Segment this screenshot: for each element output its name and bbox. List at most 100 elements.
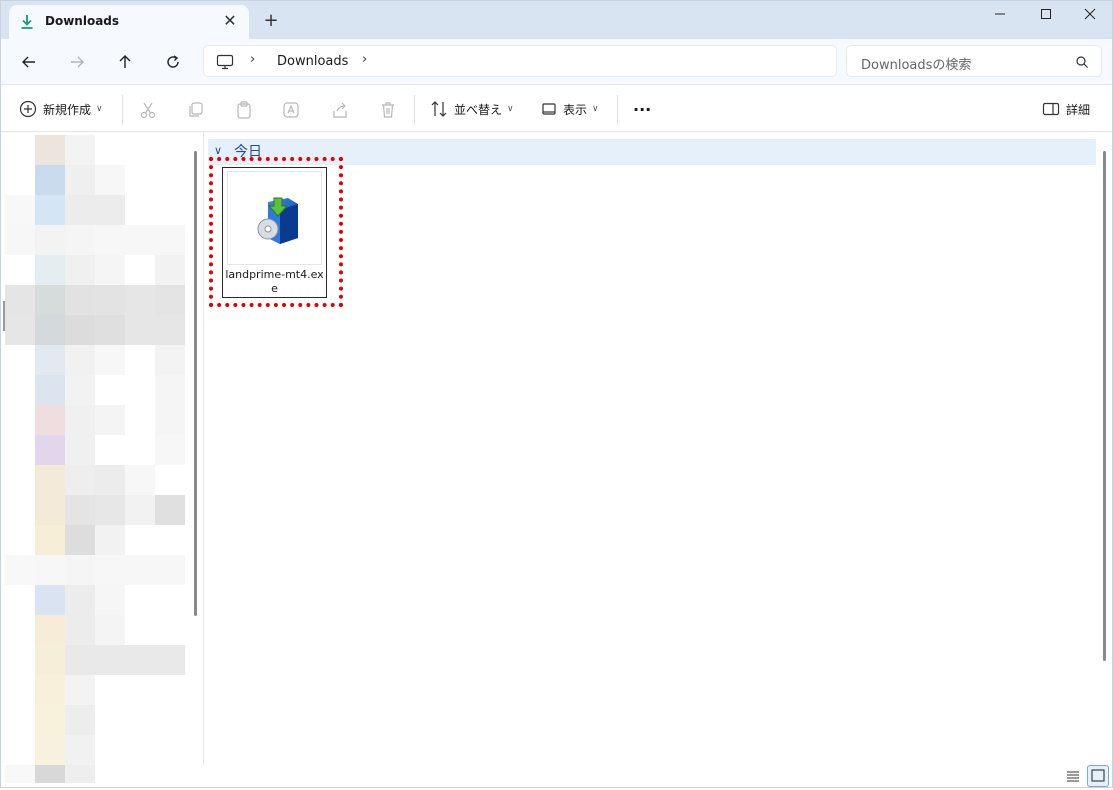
installer-box-icon [257,197,298,244]
more-options-button[interactable]: ··· [633,98,651,120]
chevron-down-icon: ∨ [214,144,223,157]
blurred-cell [95,585,125,615]
arrow-up-icon [119,55,131,68]
blurred-cell [65,555,95,585]
blurred-cell [65,765,95,783]
delete-icon[interactable] [378,100,398,120]
title-bar: Downloads ✕ + [1,1,1112,39]
blurred-cell [65,675,95,705]
blurred-cell [95,315,125,345]
forward-button[interactable] [65,50,89,74]
chevron-down-icon: ∨ [592,104,599,114]
details-pane-icon [1042,102,1060,116]
blurred-cell [95,255,125,285]
blurred-cell [155,645,185,675]
share-icon[interactable] [330,100,350,120]
breadcrumb-downloads[interactable]: Downloads [277,54,348,69]
file-item[interactable]: landprime-mt4.exe [222,167,327,298]
minimize-button[interactable] [977,1,1023,27]
maximize-button[interactable] [1023,1,1069,27]
blurred-cell [95,165,125,195]
blurred-cell [155,345,185,375]
blurred-cell [95,195,125,225]
blurred-cell [155,255,185,285]
blurred-cell [35,735,65,765]
blurred-cell [95,645,125,675]
command-bar: 新規作成 ∨ 並べ替え ∨ 表示 ∨ ··· 詳細 [1,86,1112,132]
paste-icon[interactable] [234,100,254,120]
blurred-cell [155,285,185,315]
file-explorer-window: Downloads ✕ + › Downloads › Downloadsの検索… [0,0,1113,788]
blurred-cell [155,555,185,585]
blurred-cell [5,195,35,225]
sort-button[interactable]: 並べ替え ∨ [430,98,514,120]
blurred-cell [35,585,65,615]
blurred-cell [65,465,95,495]
this-pc-icon [216,54,234,70]
view-button[interactable]: 表示 ∨ [541,98,599,120]
blurred-cell [65,435,95,465]
refresh-button[interactable] [161,50,185,74]
blurred-cell [35,165,65,195]
blurred-cell [125,465,155,495]
blurred-cell [35,375,65,405]
blurred-cell [65,585,95,615]
blurred-cell [5,765,35,783]
new-label: 新規作成 [43,102,92,117]
details-pane-button[interactable]: 詳細 [1042,98,1090,120]
file-name: landprime-mt4.exe [225,268,324,295]
copy-icon[interactable] [186,100,206,120]
sort-label: 並べ替え [454,102,503,117]
content-scrollbar[interactable] [1103,151,1106,661]
blurred-cell [35,435,65,465]
details-view-icon[interactable] [1064,768,1082,784]
search-icon [1076,56,1088,68]
blurred-cell [95,615,125,645]
blurred-cell [65,375,95,405]
large-icons-view-button[interactable] [1087,765,1109,787]
close-window-button[interactable] [1067,1,1113,27]
navigation-pane[interactable] [1,133,196,783]
blurred-cell [35,135,65,165]
navigation-bar: › Downloads › Downloadsの検索 [1,39,1112,85]
blurred-cell [65,495,95,525]
new-button[interactable]: 新規作成 ∨ [19,98,103,120]
search-box[interactable]: Downloadsの検索 [846,45,1102,77]
back-button[interactable] [17,50,41,74]
blurred-cell [155,405,185,435]
blurred-cell [65,705,95,735]
sidebar-scrollbar[interactable] [194,151,197,616]
tiles-view-icon [1091,769,1105,782]
blurred-cell [155,435,185,465]
divider [122,95,123,125]
blurred-cell [95,225,125,255]
blurred-cell [155,225,185,255]
blurred-cell [65,735,95,765]
blurred-cell [125,225,155,255]
arrow-right-icon [71,56,84,68]
details-label: 詳細 [1066,102,1091,117]
blurred-cell [65,315,95,345]
download-icon [21,15,33,29]
view-icon [542,103,556,115]
blurred-cell [35,495,65,525]
tab-close-icon[interactable]: ✕ [221,12,239,30]
tab-downloads[interactable]: Downloads ✕ [9,5,249,39]
breadcrumb-separator[interactable]: › [250,52,255,67]
blurred-cell [65,285,95,315]
breadcrumb-separator[interactable]: › [362,52,367,67]
blurred-cell [125,315,155,345]
blurred-cell [95,285,125,315]
up-button[interactable] [113,50,137,74]
blurred-cell [35,405,65,435]
file-list-view[interactable]: ∨ 今日 landprime-mt4.exe [204,133,1098,765]
blurred-cell [35,675,65,705]
sort-icon [431,101,447,117]
address-bar[interactable]: › Downloads › [203,45,837,77]
blurred-cell [35,765,65,783]
cut-icon[interactable] [138,100,158,120]
new-tab-button[interactable]: + [261,11,281,31]
blurred-cell [95,405,125,435]
blurred-cell [95,555,125,585]
rename-icon[interactable] [282,100,302,120]
